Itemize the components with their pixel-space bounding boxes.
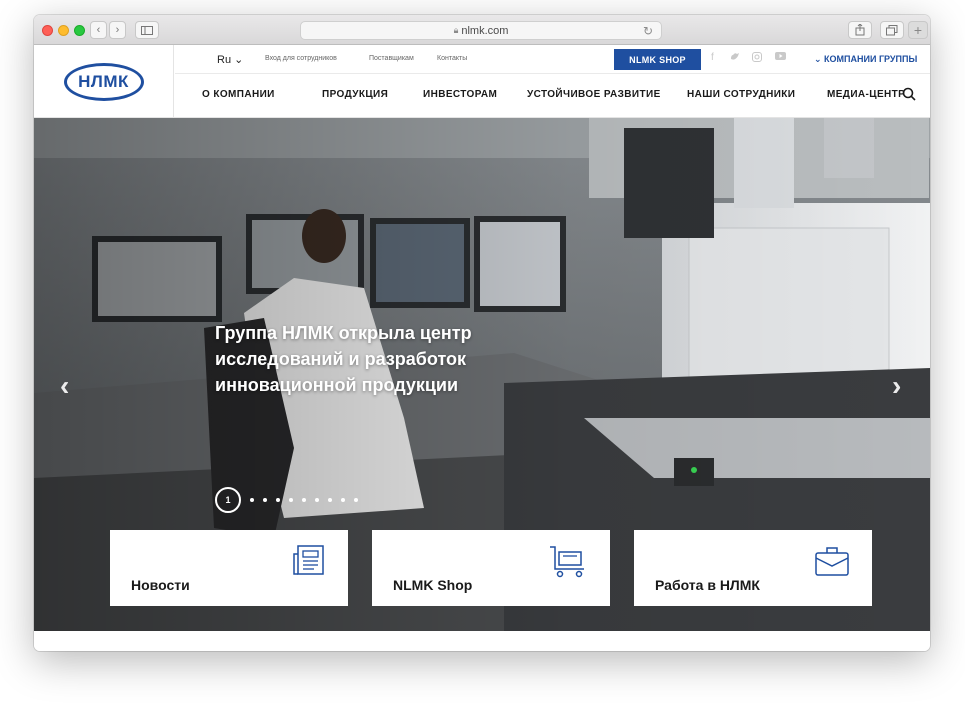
forward-button[interactable]: ›	[109, 21, 126, 39]
back-button[interactable]: ‹	[90, 21, 107, 39]
language-select[interactable]: Ru ⌄	[217, 53, 243, 66]
pager-dot[interactable]	[276, 498, 280, 502]
address-bar[interactable]: 🔒︎ nlmk.com ↻	[300, 21, 662, 40]
reload-icon[interactable]: ↻	[643, 24, 653, 38]
minimize-window-button[interactable]	[58, 25, 69, 36]
nav-employees[interactable]: НАШИ СОТРУДНИКИ	[687, 89, 795, 100]
site-header: НЛМК Ru ⌄ Вход для сотрудников Поставщик…	[34, 45, 930, 118]
address-url: nlmk.com	[461, 24, 509, 37]
pager-dot[interactable]	[328, 498, 332, 502]
facebook-icon[interactable]: f	[711, 52, 714, 63]
tabs-button[interactable]	[880, 21, 904, 39]
top-bar: Ru ⌄ Вход для сотрудников Поставщикам Ко…	[175, 45, 930, 74]
youtube-icon[interactable]	[775, 52, 786, 63]
chevron-left-icon: ‹	[96, 24, 101, 36]
slide-pager: 1	[215, 487, 358, 513]
next-slide-arrow[interactable]: ›	[892, 370, 901, 402]
pager-dot[interactable]	[250, 498, 254, 502]
sidebar-button[interactable]	[135, 21, 159, 39]
browser-window: ‹ › 🔒︎ nlmk.com ↻ + НЛМК Ru ⌄ Вход для с…	[34, 15, 930, 651]
pager-dot[interactable]	[354, 498, 358, 502]
nlmk-shop-card-label: NLMK Shop	[393, 577, 473, 593]
chevron-right-icon: ›	[115, 24, 120, 36]
sidebar-icon	[141, 25, 153, 35]
pager-dot[interactable]	[289, 498, 293, 502]
suppliers-link[interactable]: Поставщикам	[369, 55, 414, 62]
share-icon	[855, 24, 865, 36]
new-tab-button[interactable]: +	[908, 21, 928, 39]
search-icon[interactable]	[902, 87, 916, 101]
nav-products[interactable]: ПРОДУКЦИЯ	[322, 89, 388, 100]
plus-icon: +	[913, 22, 923, 38]
hero-headline[interactable]: Группа НЛМК открыла центр исследований и…	[215, 320, 515, 398]
tabs-icon	[886, 24, 898, 35]
careers-card-label: Работа в НЛМК	[655, 577, 760, 593]
browser-toolbar: ‹ › 🔒︎ nlmk.com ↻ +	[34, 15, 930, 45]
contacts-link[interactable]: Контакты	[437, 55, 467, 62]
nav-sustainability[interactable]: УСТОЙЧИВОЕ РАЗВИТИЕ	[527, 89, 661, 100]
nav-investors[interactable]: ИНВЕСТОРАМ	[423, 89, 497, 100]
instagram-icon[interactable]	[752, 52, 762, 65]
main-nav: О КОМПАНИИ ПРОДУКЦИЯ ИНВЕСТОРАМ УСТОЙЧИВ…	[175, 75, 930, 117]
nlmk-shop-card[interactable]: NLMK Shop	[372, 530, 610, 606]
twitter-icon[interactable]	[730, 52, 740, 64]
group-companies-link[interactable]: ⌄ КОМПАНИИ ГРУППЫ	[814, 54, 917, 65]
prev-slide-arrow[interactable]: ‹	[60, 370, 69, 402]
news-card[interactable]: Новости	[110, 530, 348, 606]
careers-card[interactable]: Работа в НЛМК	[634, 530, 872, 606]
nav-media-center[interactable]: МЕДИА-ЦЕНТР	[827, 89, 905, 100]
close-window-button[interactable]	[42, 25, 53, 36]
pager-dot[interactable]	[302, 498, 306, 502]
newspaper-icon	[293, 545, 324, 575]
pager-dot[interactable]	[315, 498, 319, 502]
nlmk-shop-button[interactable]: NLMK SHOP	[614, 49, 701, 70]
pager-current[interactable]: 1	[215, 487, 241, 513]
pager-dot[interactable]	[341, 498, 345, 502]
employee-login-link[interactable]: Вход для сотрудников	[265, 55, 337, 62]
cart-icon	[550, 546, 584, 578]
lock-icon: 🔒︎	[453, 25, 459, 35]
nav-about[interactable]: О КОМПАНИИ	[202, 89, 275, 100]
pager-dot[interactable]	[263, 498, 267, 502]
news-card-label: Новости	[131, 577, 190, 593]
page-bottom	[34, 631, 930, 651]
maximize-window-button[interactable]	[74, 25, 85, 36]
hero-slider: Группа НЛМК открыла центр исследований и…	[34, 118, 930, 631]
briefcase-icon	[815, 547, 849, 576]
nlmk-logo[interactable]: НЛМК	[63, 62, 144, 101]
share-button[interactable]	[848, 21, 872, 39]
logo-area[interactable]: НЛМК	[34, 45, 174, 118]
